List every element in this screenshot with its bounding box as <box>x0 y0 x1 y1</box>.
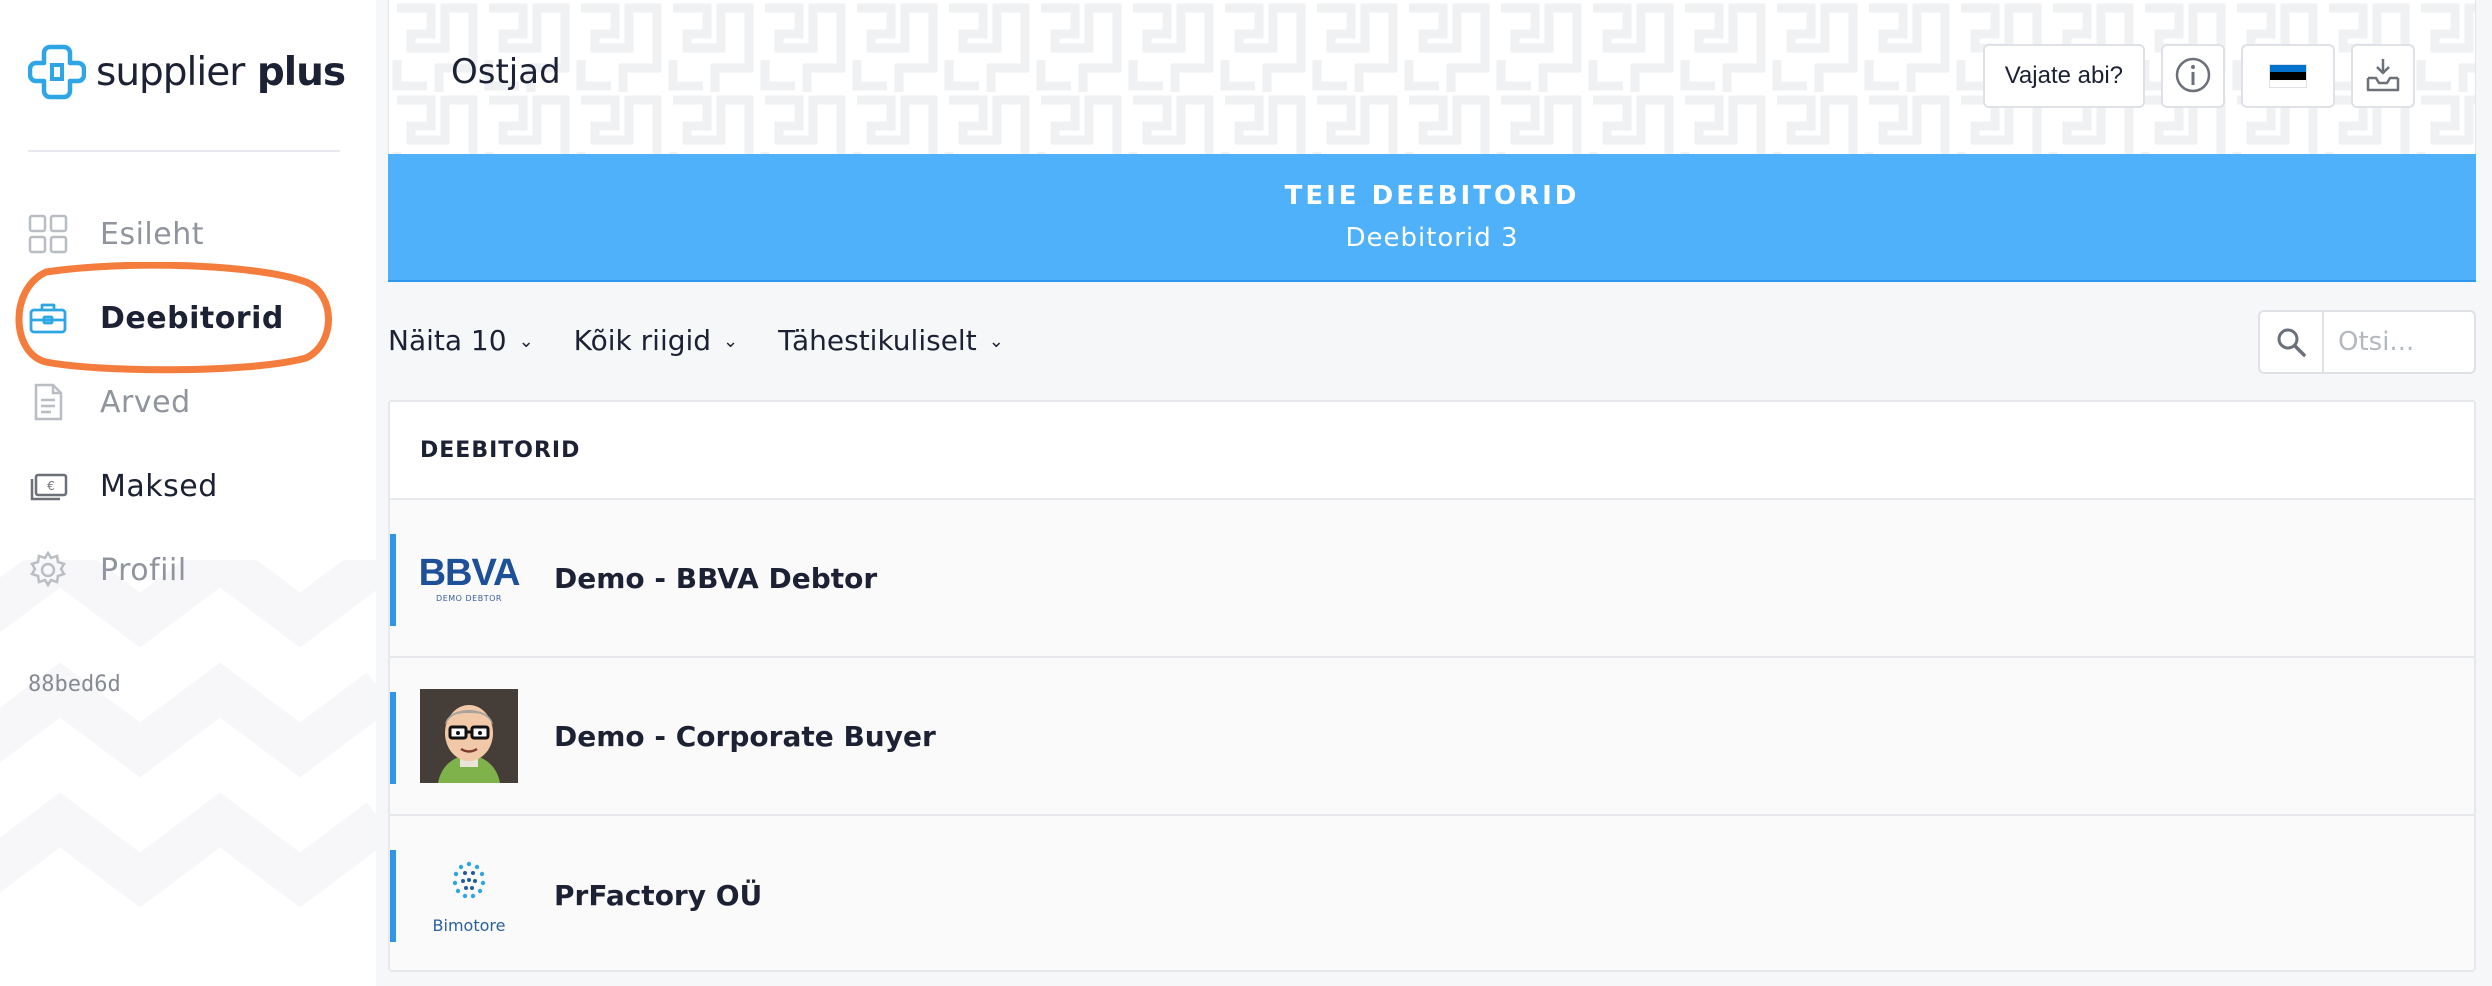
briefcase-icon <box>28 298 68 338</box>
country-dropdown[interactable]: Kõik riigid ⌄ <box>574 324 738 357</box>
sidebar-item-maksed[interactable]: € Maksed <box>0 444 376 528</box>
top-bar: Ostjad Vajate abi? <box>388 0 2476 154</box>
money-icon: € <box>28 466 68 506</box>
list-item[interactable]: Demo - Corporate Buyer <box>390 658 2474 816</box>
logo-text: supplier plus <box>96 49 346 95</box>
page-size-label: Näita 10 <box>388 323 507 357</box>
background-pattern <box>0 560 376 908</box>
list-item[interactable]: Bimotore PrFactory OÜ <box>390 816 2474 970</box>
search-input[interactable] <box>2324 312 2474 372</box>
row-accent-bar <box>390 850 396 942</box>
version-label: 88bed6d <box>28 672 121 697</box>
logo-cross-icon <box>28 44 86 100</box>
sidebar-item-label: Profiil <box>100 552 187 588</box>
debtor-name: PrFactory OÜ <box>554 878 763 912</box>
debtor-list: DEEBITORID BBVA DEMO DEBTOR Demo - BBVA … <box>388 400 2476 972</box>
list-header: DEEBITORID <box>390 402 2474 500</box>
row-accent-bar <box>390 534 396 626</box>
download-button[interactable] <box>2351 44 2415 108</box>
main-content: Ostjad Vajate abi? TEIE DEEBITORID Deebi… <box>388 0 2476 986</box>
sidebar-item-label: Deebitorid <box>100 300 284 336</box>
language-button[interactable] <box>2241 44 2335 108</box>
chevron-down-icon: ⌄ <box>518 330 534 352</box>
sidebar-nav: Esileht Deebitorid Arved € Maksed Profii… <box>0 192 376 612</box>
info-icon <box>2174 56 2212 97</box>
dashboard-icon <box>28 214 68 254</box>
sort-label: Tähestikuliselt <box>778 323 977 357</box>
page-size-dropdown[interactable]: Näita 10 ⌄ <box>388 324 534 357</box>
sidebar-item-arved[interactable]: Arved <box>0 360 376 444</box>
debtor-name: Demo - Corporate Buyer <box>554 719 936 753</box>
sort-dropdown[interactable]: Tähestikuliselt ⌄ <box>778 324 1004 357</box>
debtor-name: Demo - BBVA Debtor <box>554 561 878 595</box>
sidebar-item-label: Maksed <box>100 468 218 504</box>
avatar <box>420 689 518 783</box>
sidebar-item-deebitorid[interactable]: Deebitorid <box>0 276 376 360</box>
sidebar: supplier plus Esileht Deebitorid Arved €… <box>0 0 376 986</box>
search-icon[interactable] <box>2260 312 2324 372</box>
svg-text:€: € <box>47 479 55 493</box>
row-accent-bar <box>390 692 396 784</box>
filter-bar: Näita 10 ⌄ Kõik riigid ⌄ Tähestikuliselt… <box>388 308 2476 374</box>
bimotore-logo: Bimotore <box>420 848 518 942</box>
gear-icon <box>28 550 68 590</box>
estonia-flag-icon <box>2269 64 2307 88</box>
banner-subtitle: Deebitorid 3 <box>1345 223 1519 253</box>
banner-title: TEIE DEEBITORID <box>1284 181 1580 211</box>
search-box <box>2258 310 2476 374</box>
info-button[interactable] <box>2161 44 2225 108</box>
page-title: Ostjad <box>451 52 561 92</box>
sidebar-divider <box>28 150 340 152</box>
list-item[interactable]: BBVA DEMO DEBTOR Demo - BBVA Debtor <box>390 500 2474 658</box>
country-label: Kõik riigid <box>573 323 712 357</box>
document-icon <box>28 382 68 422</box>
sidebar-item-label: Arved <box>100 384 191 420</box>
sidebar-item-label: Esileht <box>100 216 204 252</box>
chevron-down-icon: ⌄ <box>723 330 739 352</box>
summary-banner: TEIE DEEBITORID Deebitorid 3 <box>388 154 2476 282</box>
bbva-logo: BBVA DEMO DEBTOR <box>418 551 521 603</box>
top-actions: Vajate abi? <box>1982 44 2415 108</box>
chevron-down-icon: ⌄ <box>988 330 1004 352</box>
download-icon <box>2364 56 2402 97</box>
supplier-plus-logo[interactable]: supplier plus <box>28 40 346 104</box>
help-button[interactable]: Vajate abi? <box>1982 44 2145 108</box>
sidebar-item-profiil[interactable]: Profiil <box>0 528 376 612</box>
sidebar-item-esileht[interactable]: Esileht <box>0 192 376 276</box>
